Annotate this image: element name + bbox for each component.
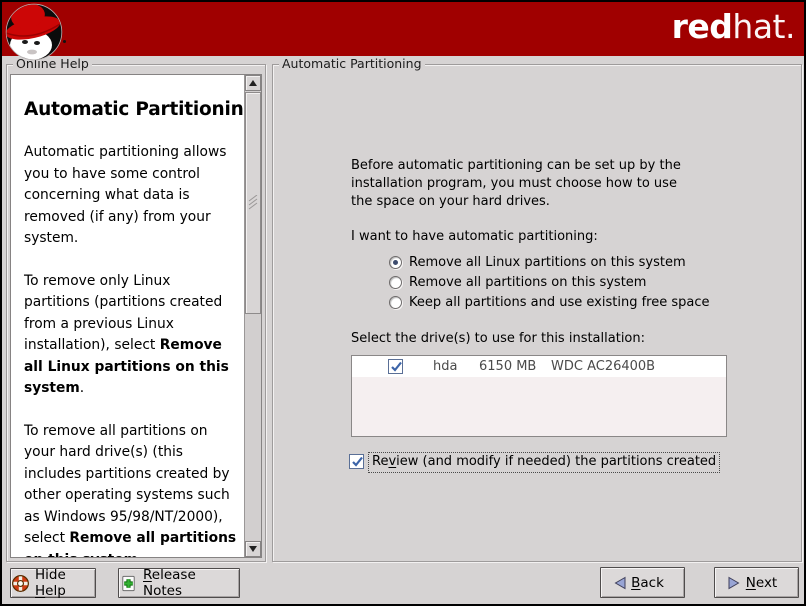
help-scrollbar[interactable]	[244, 75, 261, 557]
wordmark-light: hat.	[732, 7, 795, 46]
radio-label: Keep all partitions and use existing fre…	[409, 295, 709, 310]
label-post: elease Notes	[143, 567, 196, 599]
label-mnemonic: N	[746, 575, 756, 591]
review-label-mnemonic: v	[388, 454, 396, 469]
help-p3-period: .	[138, 552, 142, 558]
automatic-partitioning-panel: Automatic Partitioning Before automatic …	[272, 64, 802, 562]
label-post: ext	[756, 575, 777, 591]
scroll-up-button[interactable]	[245, 75, 261, 91]
help-paragraph-3: To remove all partitions on your hard dr…	[24, 421, 237, 558]
radio-remove-linux-partitions[interactable]: Remove all Linux partitions on this syst…	[389, 252, 709, 272]
label-mnemonic: B	[631, 575, 640, 591]
radio-button-selected[interactable]	[389, 256, 402, 269]
radio-label: Remove all partitions on this system	[409, 275, 646, 290]
thumb-grip-icon	[248, 195, 259, 211]
release-notes-button[interactable]: Release Notes	[118, 568, 240, 598]
review-label-post: iew (and modify if needed) the partition…	[396, 454, 716, 469]
review-label-pre: Re	[372, 454, 388, 469]
next-arrow-icon	[726, 575, 742, 591]
installer-window: redhat. Online Help Automatic Partitioni…	[0, 0, 806, 606]
next-button[interactable]: Next	[714, 567, 799, 598]
radio-remove-all-partitions[interactable]: Remove all partitions on this system	[389, 272, 709, 292]
radio-button[interactable]	[389, 296, 402, 309]
redhat-wordmark: redhat.	[672, 7, 795, 47]
select-drives-label: Select the drive(s) to use for this inst…	[351, 331, 645, 346]
review-checkbox[interactable]	[349, 454, 364, 469]
scroll-down-button[interactable]	[245, 541, 261, 557]
drive-list[interactable]: hda 6150 MB WDC AC26400B	[351, 355, 727, 437]
partitioning-radio-group: Remove all Linux partitions on this syst…	[389, 252, 709, 312]
radio-keep-all-partitions[interactable]: Keep all partitions and use existing fre…	[389, 292, 709, 312]
header-banner: redhat.	[2, 2, 804, 56]
automatic-partitioning-frame-label: Automatic Partitioning	[279, 56, 425, 71]
down-arrow-icon	[249, 546, 257, 552]
hide-help-button[interactable]: Hide Help	[10, 568, 96, 598]
label-mnemonic: R	[143, 567, 152, 583]
radio-label: Remove all Linux partitions on this syst…	[409, 255, 686, 270]
release-notes-icon	[119, 574, 138, 593]
wordmark-bold: red	[672, 7, 733, 46]
help-title: Automatic Partitioning	[24, 99, 237, 120]
release-notes-label: Release Notes	[143, 567, 239, 599]
scrollbar-thumb[interactable]	[245, 92, 261, 314]
help-paragraph-2: To remove only Linux partitions (partiti…	[24, 271, 237, 400]
checkmark-icon	[350, 454, 365, 469]
help-viewport: Automatic Partitioning Automatic partiti…	[10, 74, 262, 558]
intro-text: Before automatic partitioning can be set…	[351, 157, 693, 211]
life-ring-icon	[11, 574, 30, 593]
help-p3-text: To remove all partitions on your hard dr…	[24, 423, 230, 547]
drive-device: hda	[433, 359, 475, 374]
review-partitions-option[interactable]: Review (and modify if needed) the partit…	[349, 452, 720, 473]
online-help-panel: Online Help Automatic Partitioning Autom…	[6, 64, 266, 562]
review-checkbox-label[interactable]: Review (and modify if needed) the partit…	[368, 452, 720, 473]
registered-trademark-dot	[63, 40, 66, 43]
label-mnemonic: H	[35, 583, 45, 599]
label-post: ack	[640, 575, 664, 591]
partitioning-question-label: I want to have automatic partitioning:	[351, 229, 598, 244]
back-arrow-icon	[612, 575, 628, 591]
help-paragraph-1: Automatic partitioning allows you to hav…	[24, 142, 237, 250]
help-p2-period: .	[80, 380, 84, 396]
up-arrow-icon	[249, 80, 257, 86]
drive-row-hda[interactable]: hda 6150 MB WDC AC26400B	[352, 356, 726, 377]
label-pre: Hide	[35, 567, 66, 583]
hide-help-label: Hide Help	[35, 567, 95, 599]
radio-button[interactable]	[389, 276, 402, 289]
redhat-shadowman-logo	[4, 2, 64, 62]
back-button[interactable]: Back	[600, 567, 685, 598]
checkmark-icon	[389, 359, 404, 374]
drive-checkbox[interactable]	[388, 359, 403, 374]
drive-size: 6150 MB	[479, 359, 543, 374]
help-content: Automatic Partitioning Automatic partiti…	[11, 75, 245, 557]
drive-model: WDC AC26400B	[551, 359, 655, 374]
label-post: elp	[45, 583, 66, 599]
